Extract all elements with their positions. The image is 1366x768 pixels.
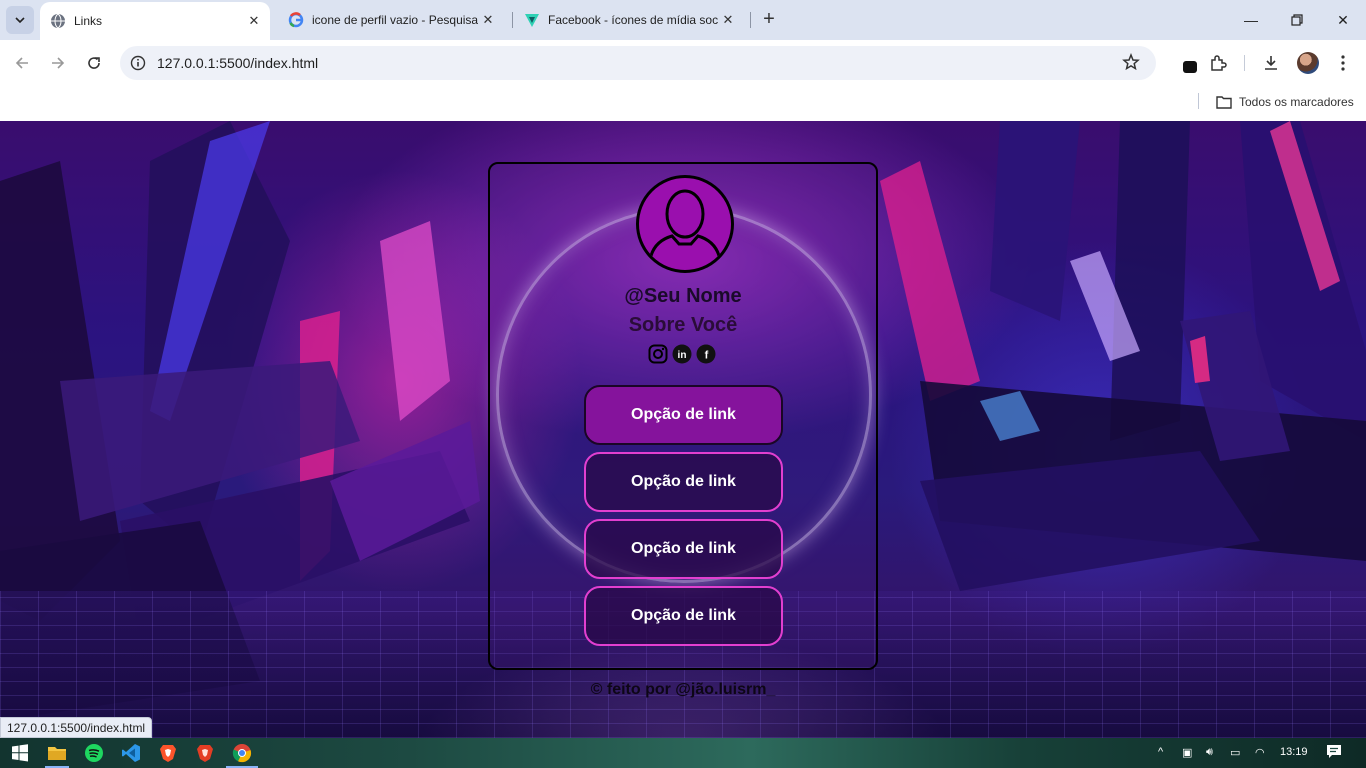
google-icon	[288, 12, 304, 28]
arrow-right-icon	[52, 57, 65, 69]
wifi-icon[interactable]: ◠	[1255, 746, 1265, 759]
menu-kebab-icon[interactable]	[1331, 51, 1355, 75]
tab-divider	[512, 12, 513, 28]
windows-start-icon[interactable]	[8, 741, 32, 765]
link-option-button-1[interactable]: Opção de link	[584, 385, 783, 445]
tab-search-button[interactable]	[6, 6, 34, 34]
restore-button[interactable]	[1274, 0, 1320, 40]
extension-badge-icon[interactable]	[1178, 51, 1202, 75]
all-bookmarks-button[interactable]: Todos os marcadores	[1216, 92, 1354, 112]
notification-icon[interactable]	[1326, 744, 1342, 763]
volume-icon[interactable]: 🔊︎	[1206, 746, 1213, 759]
toolbar-divider	[1244, 55, 1245, 71]
minimize-button[interactable]: —	[1228, 0, 1274, 40]
vscode-icon[interactable]	[119, 741, 143, 765]
reload-button[interactable]	[79, 48, 109, 78]
tab-bar: Links ✕ icone de perfil vazio - Pesquisa…	[0, 0, 1366, 40]
tab-divider	[750, 12, 751, 28]
tab-links[interactable]: Links ✕	[40, 2, 270, 40]
battery-icon[interactable]: ▭	[1230, 746, 1240, 759]
address-bar[interactable]: 127.0.0.1:5500/index.html	[120, 46, 1156, 80]
back-button[interactable]	[7, 48, 37, 78]
restore-icon	[1291, 14, 1303, 26]
facebook-icon[interactable]: f	[696, 344, 716, 364]
instagram-icon[interactable]	[648, 344, 668, 364]
chevron-up-icon[interactable]: ^	[1158, 746, 1163, 758]
social-links: in f	[648, 344, 716, 364]
close-window-button[interactable]: ✕	[1320, 0, 1366, 40]
windows-taskbar: ^ ▣ 🔊︎ ▭ ◠ 13:19	[0, 738, 1366, 768]
close-icon[interactable]: ✕	[478, 10, 498, 30]
bookmark-star-icon[interactable]	[1122, 52, 1142, 73]
profile-card: @Seu Nome Sobre Você in f Opção de link …	[488, 162, 878, 670]
folder-icon	[1216, 96, 1232, 109]
downloads-icon[interactable]	[1259, 51, 1283, 75]
forward-button[interactable]	[43, 48, 73, 78]
new-tab-button[interactable]: +	[758, 8, 780, 30]
link-option-button-3[interactable]: Opção de link	[584, 519, 783, 579]
tab-facebook-icons[interactable]: Facebook - ícones de mídia soc ✕	[514, 0, 744, 40]
close-icon[interactable]: ✕	[244, 11, 264, 31]
profile-username: @Seu Nome	[624, 285, 742, 307]
chevron-down-icon	[15, 17, 25, 24]
brave-icon[interactable]	[156, 741, 180, 765]
tab-title: icone de perfil vazio - Pesquisa	[312, 13, 478, 27]
arrow-left-icon	[15, 57, 28, 69]
bookmarks-divider	[1198, 93, 1199, 109]
linkedin-icon[interactable]: in	[672, 344, 692, 364]
svg-text:f: f	[705, 350, 709, 362]
file-explorer-icon[interactable]	[45, 741, 69, 765]
extensions-puzzle-icon[interactable]	[1206, 51, 1230, 75]
site-info-icon[interactable]	[128, 53, 148, 73]
page-footer: © feito por @jão.luisrm_	[590, 681, 776, 698]
spotify-icon[interactable]	[82, 741, 106, 765]
close-icon[interactable]: ✕	[718, 10, 738, 30]
page-viewport: @Seu Nome Sobre Você in f Opção de link …	[0, 121, 1366, 738]
profile-avatar[interactable]	[1296, 51, 1320, 75]
reload-icon	[88, 57, 100, 69]
link-option-button-4[interactable]: Opção de link	[584, 586, 783, 646]
bookmarks-bar: Todos os marcadores	[0, 86, 1366, 121]
meet-now-icon[interactable]: ▣	[1182, 746, 1192, 759]
tab-google-search[interactable]: icone de perfil vazio - Pesquisa ✕	[278, 0, 504, 40]
user-silhouette-icon	[647, 189, 723, 270]
avatar	[636, 175, 734, 273]
tab-title: Links	[74, 14, 103, 28]
flaticon-icon	[524, 12, 540, 28]
status-bar-url: 127.0.0.1:5500/index.html	[0, 717, 153, 738]
all-bookmarks-label: Todos os marcadores	[1239, 95, 1354, 109]
profile-about: Sobre Você	[628, 314, 738, 336]
tab-title: Facebook - ícones de mídia soc	[548, 13, 718, 27]
url-text[interactable]: 127.0.0.1:5500/index.html	[157, 55, 318, 71]
link-option-button-2[interactable]: Opção de link	[584, 452, 783, 512]
svg-text:in: in	[678, 350, 687, 361]
taskbar-clock[interactable]: 13:19	[1280, 746, 1308, 758]
browser-toolbar: 127.0.0.1:5500/index.html	[0, 40, 1366, 86]
brave-beta-icon[interactable]	[193, 741, 217, 765]
chrome-icon[interactable]	[230, 741, 254, 765]
globe-icon	[50, 13, 66, 29]
